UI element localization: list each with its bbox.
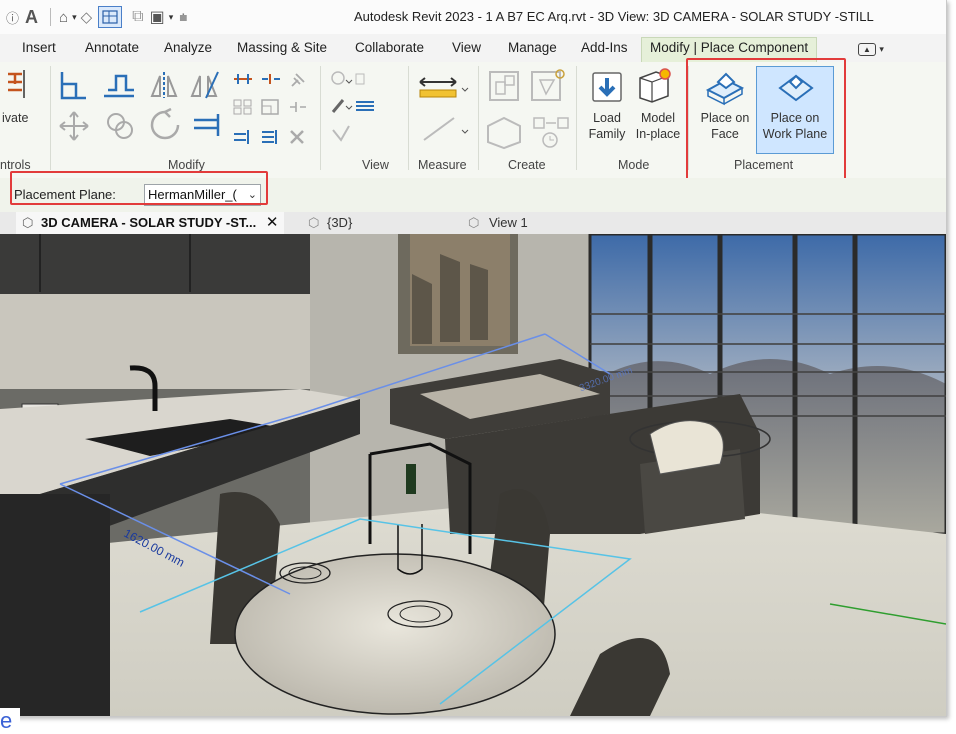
model-inplace-label-2[interactable]: In-place [632,126,684,142]
title-bar: ⓘ A ⌂ ▾ ◇ ⧉ ▣ ▾ ⩧ Autodesk Revit 2023 - … [0,0,946,35]
create-parts-icon[interactable] [528,68,568,106]
quick-access-toolbar: ⓘ A ⌂ ▾ ◇ ⧉ ▣ ▾ ⩧ [6,5,187,29]
mirror-draw-axis-icon[interactable] [188,70,220,100]
trim-extend-icon[interactable] [192,108,226,140]
placement-plane-highlight-box [10,171,268,205]
tab-analyze[interactable]: Analyze [164,40,212,55]
view-tab-label: View 1 [488,215,528,230]
panel-separator [50,66,51,170]
panel-separator [320,66,321,170]
tab-annotate[interactable]: Annotate [85,40,139,55]
move-icon[interactable] [58,110,90,142]
chevron-down-icon: ▾ [879,44,884,54]
home-icon[interactable]: ⌂ [59,9,68,26]
view-tab-label: 3D CAMERA - SOLAR STUDY -ST... [40,215,257,230]
view-tab-bar: ⬡ 3D CAMERA - SOLAR STUDY -ST... ✕ ⬡ {3D… [0,212,946,234]
panel-label-mode: Mode [618,158,650,172]
window-title: Autodesk Revit 2023 - 1 A B7 EC Arq.rvt … [354,9,874,24]
dropdown-arrow-icon[interactable]: ▾ [169,12,174,23]
view-tab-label: {3D} [326,215,353,230]
unpin-icon[interactable] [288,100,308,114]
override-graphics-icon[interactable] [330,96,378,116]
separator [50,8,52,26]
rotate-icon[interactable] [148,108,182,142]
panel-separator [408,66,409,170]
model-inplace-label-1[interactable]: Model [638,110,678,126]
panel-label-measure: Measure [418,158,467,172]
tile-windows-icon[interactable]: ▣ [150,7,165,27]
create-group-icon[interactable] [484,112,524,150]
create-assembly-icon[interactable] [486,68,522,106]
tab-view[interactable]: View [452,40,481,55]
linework-icon[interactable] [330,124,352,144]
split-with-gap-icon[interactable] [260,72,282,86]
panel-label-controls: ntrols [0,158,31,172]
panel-label-modify: Modify [168,158,205,172]
tab-collaborate[interactable]: Collaborate [355,40,424,55]
thin-lines-icon[interactable] [98,6,123,28]
switch-windows-icon[interactable]: ⧉ [132,8,143,26]
aligned-dimension-icon[interactable] [416,112,472,146]
view-tab-3d-camera[interactable]: ⬡ 3D CAMERA - SOLAR STUDY -ST... ✕ [16,212,285,234]
pin-icon[interactable] [288,72,308,88]
placement-highlight-box [686,58,846,184]
activate-button-label[interactable]: ivate [2,110,28,126]
app-menu-letter[interactable]: A [25,7,38,28]
stray-text: e [0,708,13,733]
panel-label-create: Create [508,158,546,172]
tab-add-ins[interactable]: Add-Ins [581,40,628,55]
3d-view-icon: ⬡ [468,215,480,230]
create-similar-icon[interactable] [530,112,570,150]
split-element-icon[interactable] [232,72,254,86]
view-tab-3d[interactable]: ⬡ {3D} [308,212,352,234]
copy-icon[interactable] [104,110,136,142]
hide-bulb-icon[interactable] [330,70,366,90]
panel-separator [576,66,577,170]
tab-massing-site[interactable]: Massing & Site [237,40,327,55]
3d-view-icon: ⬡ [22,215,34,230]
mirror-pick-axis-icon[interactable] [148,70,180,100]
model-inplace-icon[interactable] [636,68,672,106]
delete-icon[interactable] [288,128,306,146]
panel-separator [478,66,479,170]
array-icon[interactable] [232,98,254,116]
rendered-scene [0,234,946,716]
3d-viewport[interactable]: 1620.00 mm 3320.00 mm [0,234,946,716]
panel-label-view: View [362,158,389,172]
offset-icon[interactable] [102,70,136,100]
revit-window: ⓘ A ⌂ ▾ ◇ ⧉ ▣ ▾ ⩧ Autodesk Revit 2023 - … [0,0,947,717]
close-icon[interactable]: ✕ [266,214,279,231]
load-family-label-2[interactable]: Family [586,126,628,142]
load-family-icon[interactable] [590,70,624,106]
scale-icon[interactable] [260,98,282,116]
info-icon[interactable]: ⓘ [6,8,19,27]
navigate-icon[interactable]: ◇ [81,8,93,26]
ribbon-toggle-icon: ▲ [858,43,876,56]
3d-view-icon: ⬡ [308,215,320,230]
measure-between-refs-icon[interactable] [416,76,472,100]
trim-extend-multiple-icon[interactable] [260,128,282,146]
dropdown-arrow-icon[interactable]: ▾ [72,12,77,23]
activate-controls-icon[interactable] [4,68,30,102]
tab-insert[interactable]: Insert [22,40,56,55]
align-icon[interactable] [58,70,90,100]
trim-extend-single-icon[interactable] [232,128,254,146]
load-family-label-1[interactable]: Load [588,110,626,126]
view-tab-view-1[interactable]: ⬡ View 1 [468,212,528,234]
tab-manage[interactable]: Manage [508,40,557,55]
ribbon-minimize-control[interactable]: ▲ ▾ [858,41,884,56]
customize-qat-icon[interactable]: ⩧ [179,9,187,26]
